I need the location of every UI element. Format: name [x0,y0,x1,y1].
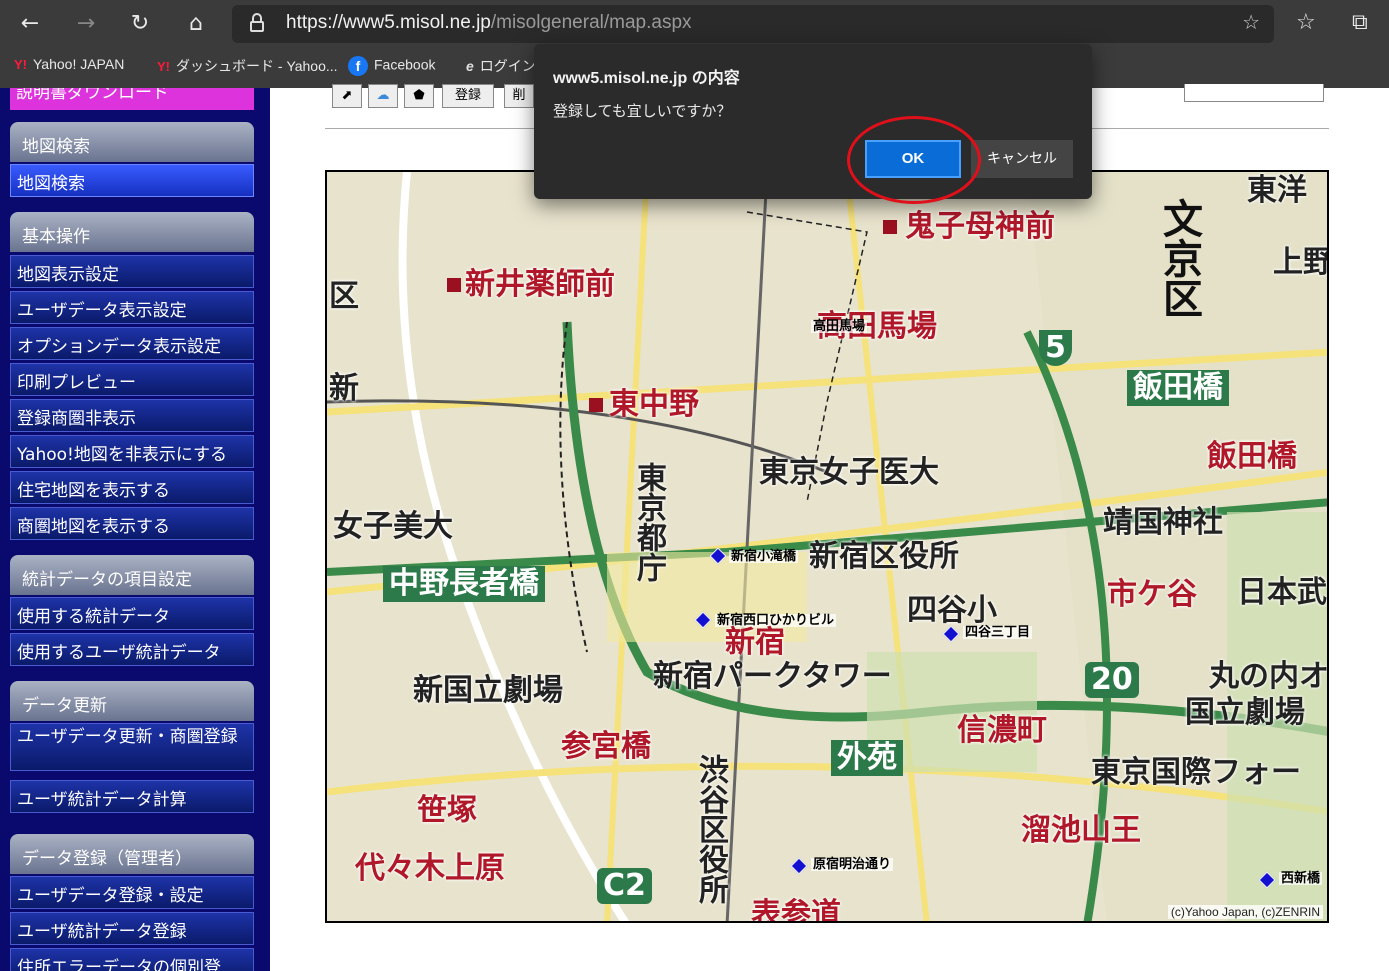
map-label-ueno: 上野 [1273,245,1329,280]
map-label-tameike: 溜池山王 [1021,813,1141,848]
map-label-sasazuka: 笹塚 [417,793,477,828]
cloud-tool-icon[interactable]: ☁ [368,84,398,108]
yahoo-icon: Y! [157,59,170,74]
station-marker [883,220,897,234]
confirm-dialog: www5.misol.ne.jp の内容 登録しても宜しいですか？ OK キャン… [534,44,1092,199]
facebook-icon: f [348,56,368,76]
map-label-tokyo-kokusai: 東京国際フォー [1091,755,1301,790]
reload-icon[interactable]: ↻ [124,8,156,40]
map-label-kokuritsu: 国立劇場 [1185,695,1305,730]
map-label-iidabashi-green: 飯田橋 [1127,370,1229,406]
sidebar-item-user-stats-calc[interactable]: ユーザ統計データ計算 [10,780,254,813]
sidebar-header-update: データ更新 [10,681,254,721]
map-label-park-tower: 新宿パークタワー [653,659,892,694]
station-marker [447,278,461,292]
route-shield-5: 5 [1039,330,1072,366]
sidebar-header-admin: データ登録（管理者） [10,834,254,874]
sidebar-item-user-stats-data[interactable]: 使用するユーザ統計データ [10,633,254,666]
back-icon[interactable]: ← [14,8,46,40]
map-label-nishi: 西新橋 [1279,871,1323,886]
star-icon[interactable]: ☆ [1242,10,1260,34]
sidebar-item-map-search[interactable]: 地図検索 [10,164,254,197]
map-label-iidabashi-red: 飯田橋 [1207,439,1297,474]
station-marker [589,398,603,412]
map-label-tokyo-joshi: 東京女子医大 [759,455,939,490]
map-label-bunkyo: 文京区 [1156,198,1202,318]
map-label-shin: 新 [329,371,359,406]
map-label-joshibi: 女子美大 [333,509,453,544]
map-label-shinjuku-kotakibashi: 新宿小滝橋 [729,549,799,564]
map-label-yasukuni: 靖国神社 [1103,505,1223,540]
cancel-button[interactable]: キャンセル [971,140,1073,178]
sidebar-item-userdata-display[interactable]: ユーザデータ表示設定 [10,291,254,324]
sidebar-item-manual-download[interactable]: 説明書ダウンロード [10,88,254,110]
sidebar-item-address-error[interactable]: 住所エラーデータの個別登 [10,948,254,971]
bookmark-login[interactable]: e ログイン [466,56,536,76]
home-icon[interactable]: ⌂ [180,8,212,40]
toolbar-input[interactable] [1184,84,1324,102]
map-label-sangubashi: 参宮橋 [561,729,651,764]
address-bar[interactable]: https://www5.misol.ne.jp/misolgeneral/ma… [232,5,1274,43]
forward-icon[interactable]: → [70,8,102,40]
dialog-message: 登録しても宜しいですか？ [553,102,732,120]
highlight-circle [847,116,981,204]
polygon-tool-icon[interactable]: ⬟ [404,84,434,108]
map-label-higashinakano: 東中野 [609,387,699,422]
collections-icon[interactable]: ⧉ [1352,10,1368,35]
map-label-shin-iyakushi: 新井薬師前 [465,267,615,302]
sidebar: 説明書ダウンロード 地図検索 地図検索 基本操作 地図表示設定 ユーザデータ表示… [0,88,270,971]
bookmark-dashboard[interactable]: Y! ダッシュボード - Yahoo... [157,56,338,76]
map-label-ku: 区 [329,279,359,314]
map-label-yotsuya-3: 四谷三丁目 [963,625,1033,640]
route-shield-20: 20 [1085,662,1139,698]
sidebar-item-userdata-update[interactable]: ユーザデータ更新・商圏登録 [10,723,254,771]
bookmark-facebook[interactable]: f Facebook [348,56,435,76]
map-label-gaien: 外苑 [831,740,903,776]
dialog-title: www5.misol.ne.jp の内容 [553,70,740,87]
route-shield-c2: C2 [597,868,652,904]
map-label-harajuku-meiji: 原宿明治通り [811,857,894,872]
sidebar-header-map-search: 地図検索 [10,122,254,162]
map-view[interactable]: 鬼子母神前 新井薬師前 高田馬場 高田馬場 東中野 文京区 東洋 上野 区 新 … [325,170,1329,923]
sidebar-item-stats-data[interactable]: 使用する統計データ [10,597,254,630]
register-button[interactable]: 登録 [442,84,494,108]
map-label-nakano-choja: 中野長者橋 [383,566,545,602]
map-label-ichigaya: 市ケ谷 [1107,577,1197,612]
favorites-icon[interactable]: ☆ [1296,10,1316,35]
map-label-yotsuya-sho: 四谷小 [907,593,997,628]
sidebar-item-user-stats-register[interactable]: ユーザ統計データ登録 [10,912,254,945]
sidebar-item-show-housing-map[interactable]: 住宅地図を表示する [10,471,254,504]
sidebar-header-basic: 基本操作 [10,212,254,252]
map-copyright: (c)Yahoo Japan, (c)ZENRIN [1167,905,1323,919]
map-label-shinjuku: 新宿 [725,625,785,660]
sidebar-header-stats: 統計データの項目設定 [10,555,254,595]
sidebar-item-hide-yahoo-map[interactable]: Yahoo!地図を非表示にする [10,435,254,468]
yahoo-icon: Y! [14,57,27,72]
map-label-nippon-budo: 日本武 [1237,575,1327,610]
bookmark-yahoo[interactable]: Y! Yahoo! JAPAN [14,56,124,72]
sidebar-item-show-trade-map[interactable]: 商圏地図を表示する [10,507,254,540]
map-label-shinanomachi: 信濃町 [957,713,1047,748]
map-label-kishimojin: 鬼子母神前 [905,209,1055,244]
map-label-shinkokuritsu: 新国立劇場 [413,673,563,708]
sidebar-item-hide-trade-area[interactable]: 登録商圏非表示 [10,399,254,432]
lock-icon [250,13,264,33]
sidebar-item-print-preview[interactable]: 印刷プレビュー [10,363,254,396]
map-label-omotesando: 表参道 [751,897,841,923]
delete-button[interactable]: 削 [504,84,534,108]
map-label-marunouchi: 丸の内オ [1209,659,1329,694]
url-text[interactable]: https://www5.misol.ne.jp/misolgeneral/ma… [286,12,692,34]
map-label-higashi: 東洋 [1247,173,1307,208]
map-label-yoyogi-uehara: 代々木上原 [355,851,505,886]
sidebar-item-userdata-register[interactable]: ユーザデータ登録・設定 [10,876,254,909]
map-label-takadanobaba-st: 高田馬場 [811,319,868,334]
map-label-tokyo-tocho: 東京都庁 [631,462,666,582]
sidebar-item-map-display[interactable]: 地図表示設定 [10,255,254,288]
pointer-tool-icon[interactable]: ⬈ [332,84,362,108]
map-label-shibuya-kuyakusho: 渋谷区役所 [693,754,728,904]
sidebar-item-optiondata-display[interactable]: オプションデータ表示設定 [10,327,254,360]
map-label-shinjuku-kuyakusho: 新宿区役所 [809,539,959,574]
e-icon: e [466,58,474,74]
